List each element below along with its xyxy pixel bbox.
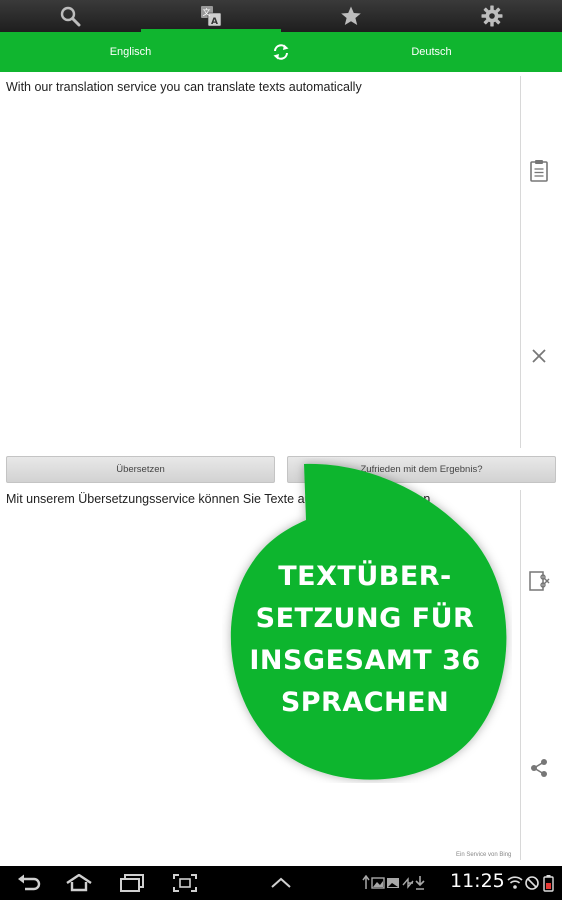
tab-favorites[interactable]: [281, 0, 422, 32]
clear-button[interactable]: [524, 341, 554, 371]
paste-button[interactable]: [524, 156, 554, 186]
promo-line-3: INSGESAMT 36: [249, 645, 481, 676]
promo-text: TEXTÜBER- SETZUNG FÜR INSGESAMT 36 SPRAC…: [230, 556, 500, 724]
wifi-battery-icons: [507, 875, 554, 892]
close-icon: [532, 349, 546, 363]
promo-line-4: SPRACHEN: [280, 687, 450, 718]
app-menu-button[interactable]: [268, 872, 294, 894]
swap-languages-button[interactable]: [261, 43, 301, 61]
chevron-up-icon: [271, 877, 291, 888]
search-icon: [61, 6, 81, 27]
tab-search[interactable]: [0, 0, 141, 32]
promo-line-1: TEXTÜBER-: [278, 561, 452, 592]
source-text: With our translation service you can tra…: [6, 80, 362, 94]
tab-translate[interactable]: A 文: [140, 0, 282, 32]
share-icon: [531, 759, 547, 777]
copy-result-button[interactable]: [524, 566, 554, 596]
language-bar: Englisch Deutsch: [0, 32, 562, 72]
clock: 11:25: [450, 870, 505, 892]
svg-text:文: 文: [202, 7, 210, 17]
screenshot-button[interactable]: [172, 872, 198, 894]
result-divider: [520, 490, 521, 860]
swap-arrows-icon: [273, 44, 289, 60]
star-icon: [341, 6, 362, 25]
gear-icon: [481, 5, 503, 27]
home-icon: [66, 874, 92, 892]
source-divider: [520, 76, 521, 448]
status-notification-icons: [362, 875, 425, 890]
target-language-selector[interactable]: Deutsch: [301, 46, 562, 58]
status-icons[interactable]: [506, 872, 558, 894]
notification-icons[interactable]: [362, 872, 442, 894]
tab-settings[interactable]: [422, 0, 562, 32]
screenshot-icon: [173, 874, 197, 892]
clipboard-icon: [530, 160, 548, 182]
share-button[interactable]: [524, 753, 554, 783]
source-text-area[interactable]: With our translation service you can tra…: [0, 72, 520, 448]
back-button[interactable]: [16, 872, 42, 894]
cut-icon: [529, 571, 550, 591]
service-credit: Ein Service von Bing: [456, 852, 512, 858]
translate-icon: A 文: [200, 6, 222, 27]
home-button[interactable]: [64, 872, 94, 894]
promo-line-2: SETZUNG FÜR: [255, 603, 475, 634]
translator-app: A 文 Englisch Deutsch With our translatio…: [0, 0, 562, 900]
recent-apps-icon: [120, 874, 144, 892]
top-tab-bar: A 文: [0, 0, 562, 32]
svg-text:A: A: [211, 17, 218, 27]
back-icon: [18, 874, 41, 891]
source-language-selector[interactable]: Englisch: [0, 46, 261, 58]
recent-apps-button[interactable]: [118, 872, 146, 894]
